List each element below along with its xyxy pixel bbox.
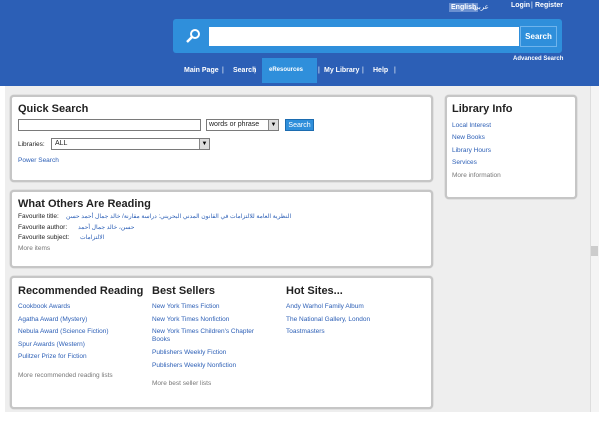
nav-separator: | — [318, 67, 320, 74]
hot-sites-title: Hot Sites... — [286, 285, 343, 297]
main-search-input[interactable] — [209, 27, 519, 46]
favourite-title-label: Favourite title: — [18, 213, 59, 220]
others-reading-title: What Others Are Reading — [18, 198, 151, 210]
more-best-seller-link[interactable]: More best seller lists — [152, 380, 211, 387]
new-books-link[interactable]: New Books — [452, 134, 485, 141]
recommended-link[interactable]: Spur Awards (Western) — [18, 341, 85, 348]
hot-site-link[interactable]: The National Gallery, London — [286, 316, 370, 323]
register-link[interactable]: Register — [535, 2, 563, 9]
best-sellers-title: Best Sellers — [152, 285, 215, 297]
favourite-title-link[interactable]: النظرية العامة للالتزامات في القانون الم… — [66, 213, 291, 220]
recommended-link[interactable]: Agatha Award (Mystery) — [18, 316, 87, 323]
main-search-button[interactable]: Search — [520, 26, 557, 47]
hot-site-link[interactable]: Andy Warhol Family Album — [286, 303, 364, 310]
best-seller-link[interactable]: New York Times Children's Chapter Books — [152, 328, 272, 344]
more-items-link[interactable]: More items — [18, 245, 50, 252]
nav-separator: | — [394, 67, 396, 74]
power-search-link[interactable]: Power Search — [18, 157, 59, 164]
favourite-subject-label: Favourite subject: — [18, 234, 70, 241]
best-seller-link[interactable]: New York Times Fiction — [152, 303, 220, 310]
nav-main-page[interactable]: Main Page — [184, 67, 219, 74]
nav-separator: | — [222, 67, 224, 74]
page-footer-area — [0, 412, 599, 424]
best-seller-link[interactable]: Publishers Weekly Nonfiction — [152, 362, 236, 369]
best-seller-link[interactable]: New York Times Nonfiction — [152, 316, 229, 323]
chevron-down-icon: ▼ — [199, 139, 209, 149]
nav-tab-eresources-label: eResources — [269, 67, 304, 73]
hot-site-link[interactable]: Toastmasters — [286, 328, 325, 335]
library-info-title: Library Info — [452, 103, 513, 115]
search-mode-select[interactable]: words or phrase ▼ — [206, 119, 279, 131]
recommended-link[interactable]: Cookbook Awards — [18, 303, 70, 310]
nav-tab-eresources[interactable]: eResources — [262, 58, 317, 83]
lang-arabic-link[interactable]: عربي — [473, 3, 489, 11]
nav-separator: | — [254, 67, 256, 74]
quick-search-button[interactable]: Search — [285, 119, 314, 131]
local-interest-link[interactable]: Local Interest — [452, 122, 491, 129]
library-hours-link[interactable]: Library Hours — [452, 147, 491, 154]
favourite-subject-link[interactable]: الالتزامات — [80, 234, 104, 241]
recommended-link[interactable]: Nebula Award (Science Fiction) — [18, 328, 109, 335]
nav-separator: | — [362, 67, 364, 74]
login-link[interactable]: Login — [511, 2, 530, 9]
more-recommended-link[interactable]: More recommended reading lists — [18, 372, 113, 379]
nav-help[interactable]: Help — [373, 67, 388, 74]
magnifier-icon — [182, 26, 204, 46]
libraries-value: ALL — [55, 140, 68, 147]
libraries-label: Libraries: — [18, 141, 45, 148]
quick-search-input[interactable] — [18, 119, 201, 131]
quick-search-title: Quick Search — [18, 103, 89, 115]
services-link[interactable]: Services — [452, 159, 477, 166]
recommended-link[interactable]: Pulitzer Prize for Fiction — [18, 353, 87, 360]
more-information-link[interactable]: More information — [452, 172, 501, 179]
advanced-search-link[interactable]: Advanced Search — [513, 56, 563, 62]
account-separator: | — [531, 2, 533, 9]
chevron-down-icon: ▼ — [268, 120, 278, 130]
best-seller-link[interactable]: Publishers Weekly Fiction — [152, 349, 226, 356]
nav-search[interactable]: Search — [233, 67, 256, 74]
favourite-author-label: Favourite author: — [18, 224, 68, 231]
favourite-author-link[interactable]: حسن، خالد جمال أحمد — [78, 224, 134, 231]
nav-my-library[interactable]: My Library — [324, 67, 359, 74]
libraries-select[interactable]: ALL ▼ — [51, 138, 210, 150]
search-mode-value: words or phrase — [209, 121, 260, 128]
scrollbar-thumb[interactable] — [591, 246, 598, 256]
recommended-reading-title: Recommended Reading — [18, 285, 144, 297]
